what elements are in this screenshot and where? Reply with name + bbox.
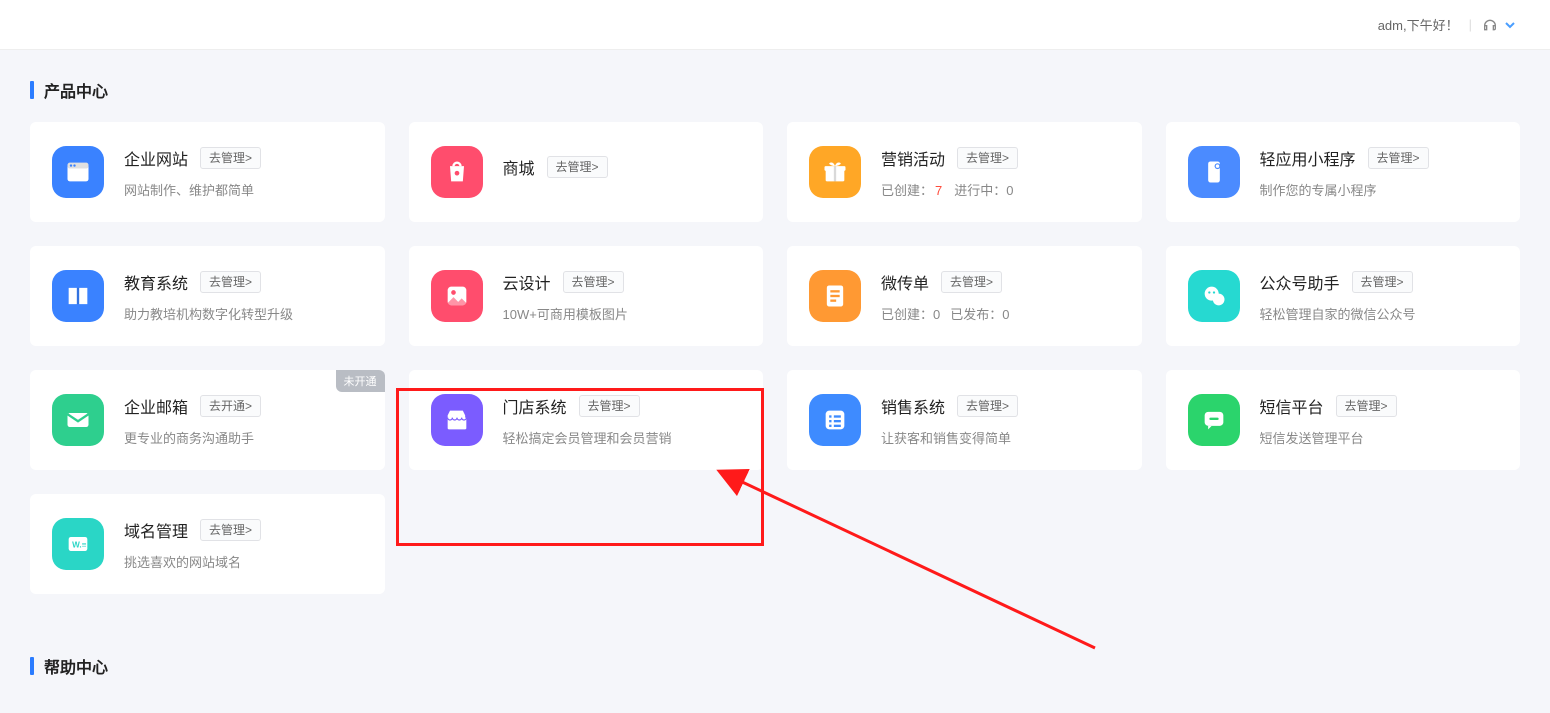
card-desc: 让获客和销售变得简单 <box>881 428 1122 447</box>
chat-icon <box>1188 394 1240 446</box>
card-enterprise-site[interactable]: 企业网站去管理> 网站制作、维护都简单 <box>30 122 385 222</box>
card-desc: 已创建：0已发布：0 <box>881 304 1122 323</box>
card-store-system[interactable]: 门店系统去管理> 轻松搞定会员管理和会员营销 <box>409 370 764 470</box>
card-title: 门店系统 <box>503 394 567 418</box>
card-education[interactable]: 教育系统去管理> 助力教培机构数字化转型升级 <box>30 246 385 346</box>
card-title: 企业网站 <box>124 146 188 170</box>
card-desc: 10W+可商用模板图片 <box>503 304 744 323</box>
manage-button[interactable]: 去管理> <box>957 395 1018 417</box>
card-body: 短信平台去管理> 短信发送管理平台 <box>1260 394 1501 447</box>
stat-label: 已发布： <box>950 307 1002 322</box>
stat-value: 0 <box>1006 183 1013 198</box>
card-marketing[interactable]: 营销活动去管理> 已创建：7 进行中：0 <box>787 122 1142 222</box>
stat-value: 7 <box>935 183 942 198</box>
card-body: 企业网站去管理> 网站制作、维护都简单 <box>124 146 365 199</box>
card-title: 销售系统 <box>881 394 945 418</box>
card-title: 域名管理 <box>124 518 188 542</box>
stat-value: 0 <box>933 307 940 322</box>
unopened-tag: 未开通 <box>336 370 385 392</box>
card-title: 轻应用小程序 <box>1260 146 1356 170</box>
card-title: 云设计 <box>503 270 551 294</box>
card-sms-platform[interactable]: 短信平台去管理> 短信发送管理平台 <box>1166 370 1521 470</box>
manage-button[interactable]: 去管理> <box>200 271 261 293</box>
card-desc: 轻松管理自家的微信公众号 <box>1260 304 1501 323</box>
stat-value: 0 <box>1002 307 1009 322</box>
bag-icon <box>431 146 483 198</box>
card-title: 教育系统 <box>124 270 188 294</box>
open-button[interactable]: 去开通> <box>200 395 261 417</box>
card-cloud-design[interactable]: 云设计去管理> 10W+可商用模板图片 <box>409 246 764 346</box>
card-body: 企业邮箱去开通> 更专业的商务沟通助手 <box>124 394 365 447</box>
card-desc: 助力教培机构数字化转型升级 <box>124 304 365 323</box>
card-body: 公众号助手去管理> 轻松管理自家的微信公众号 <box>1260 270 1501 323</box>
card-enterprise-mail[interactable]: 未开通企业邮箱去开通> 更专业的商务沟通助手 <box>30 370 385 470</box>
manage-button[interactable]: 去管理> <box>1336 395 1397 417</box>
card-mp-assistant[interactable]: 公众号助手去管理> 轻松管理自家的微信公众号 <box>1166 246 1521 346</box>
image-icon <box>431 270 483 322</box>
wechat-icon <box>1188 270 1240 322</box>
card-desc: 网站制作、维护都简单 <box>124 180 365 199</box>
manage-button[interactable]: 去管理> <box>563 271 624 293</box>
card-body: 域名管理去管理> 挑选喜欢的网站域名 <box>124 518 365 571</box>
card-micro-flyer[interactable]: 微传单去管理>已创建：0已发布：0 <box>787 246 1142 346</box>
manage-button[interactable]: 去管理> <box>957 147 1018 169</box>
greeting-text: adm,下午好！ <box>1378 15 1459 34</box>
card-body: 销售系统去管理> 让获客和销售变得简单 <box>881 394 1122 447</box>
section-title-help: 帮助中心 <box>30 654 1520 678</box>
manage-button[interactable]: 去管理> <box>579 395 640 417</box>
stat-label: 已创建： <box>881 183 933 198</box>
card-mall[interactable]: 商城去管理> <box>409 122 764 222</box>
manage-button[interactable]: 去管理> <box>941 271 1002 293</box>
card-title: 公众号助手 <box>1260 270 1340 294</box>
card-body: 微传单去管理>已创建：0已发布：0 <box>881 270 1122 323</box>
browser-icon <box>52 146 104 198</box>
card-desc: 更专业的商务沟通助手 <box>124 428 365 447</box>
manage-button[interactable]: 去管理> <box>1368 147 1429 169</box>
card-title: 微传单 <box>881 270 929 294</box>
card-desc: 挑选喜欢的网站域名 <box>124 552 365 571</box>
topbar: adm,下午好！ | <box>0 0 1550 50</box>
card-title: 商城 <box>503 155 535 179</box>
phone-icon <box>1188 146 1240 198</box>
card-body: 营销活动去管理> 已创建：7 进行中：0 <box>881 146 1122 199</box>
card-sales-system[interactable]: 销售系统去管理> 让获客和销售变得简单 <box>787 370 1142 470</box>
book-icon <box>52 270 104 322</box>
card-title: 企业邮箱 <box>124 394 188 418</box>
gift-icon <box>809 146 861 198</box>
card-title: 营销活动 <box>881 146 945 170</box>
card-desc: 制作您的专属小程序 <box>1260 180 1501 199</box>
svg-text:W.≡: W.≡ <box>72 541 87 550</box>
card-body: 云设计去管理> 10W+可商用模板图片 <box>503 270 744 323</box>
manage-button[interactable]: 去管理> <box>200 519 261 541</box>
domain-icon: W.≡ <box>52 518 104 570</box>
card-body: 轻应用小程序去管理> 制作您的专属小程序 <box>1260 146 1501 199</box>
section-title-products: 产品中心 <box>30 78 1520 102</box>
card-title: 短信平台 <box>1260 394 1324 418</box>
store-icon <box>431 394 483 446</box>
card-desc: 短信发送管理平台 <box>1260 428 1501 447</box>
page-icon <box>809 270 861 322</box>
manage-button[interactable]: 去管理> <box>200 147 261 169</box>
card-body: 教育系统去管理> 助力教培机构数字化转型升级 <box>124 270 365 323</box>
card-domain-mgmt[interactable]: W.≡ 域名管理去管理> 挑选喜欢的网站域名 <box>30 494 385 594</box>
card-desc: 已创建：7 进行中：0 <box>881 180 1122 199</box>
stat-label: 进行中： <box>954 183 1006 198</box>
list-icon <box>809 394 861 446</box>
card-desc: 轻松搞定会员管理和会员营销 <box>503 428 744 447</box>
stat-label: 已创建： <box>881 307 933 322</box>
card-body: 门店系统去管理> 轻松搞定会员管理和会员营销 <box>503 394 744 447</box>
separator: | <box>1469 17 1472 32</box>
manage-button[interactable]: 去管理> <box>547 156 608 178</box>
mail-icon <box>52 394 104 446</box>
headset-icon[interactable] <box>1482 17 1518 33</box>
manage-button[interactable]: 去管理> <box>1352 271 1413 293</box>
card-body: 商城去管理> <box>503 155 744 189</box>
card-lite-app[interactable]: 轻应用小程序去管理> 制作您的专属小程序 <box>1166 122 1521 222</box>
